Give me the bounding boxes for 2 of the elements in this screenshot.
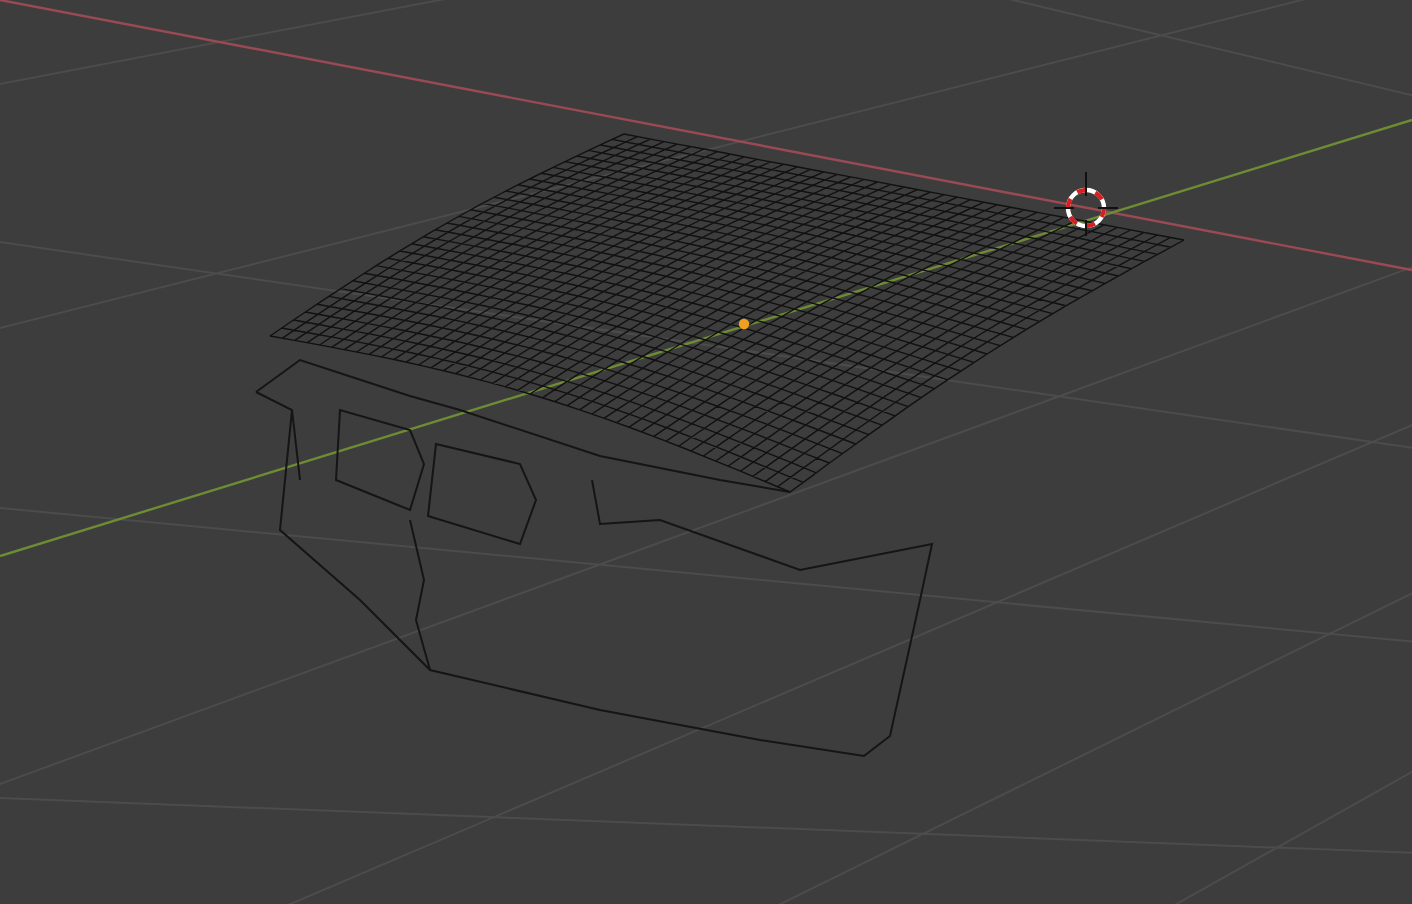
origin-dot-icon [738,318,750,330]
3d-cursor-icon[interactable] [1053,171,1119,237]
